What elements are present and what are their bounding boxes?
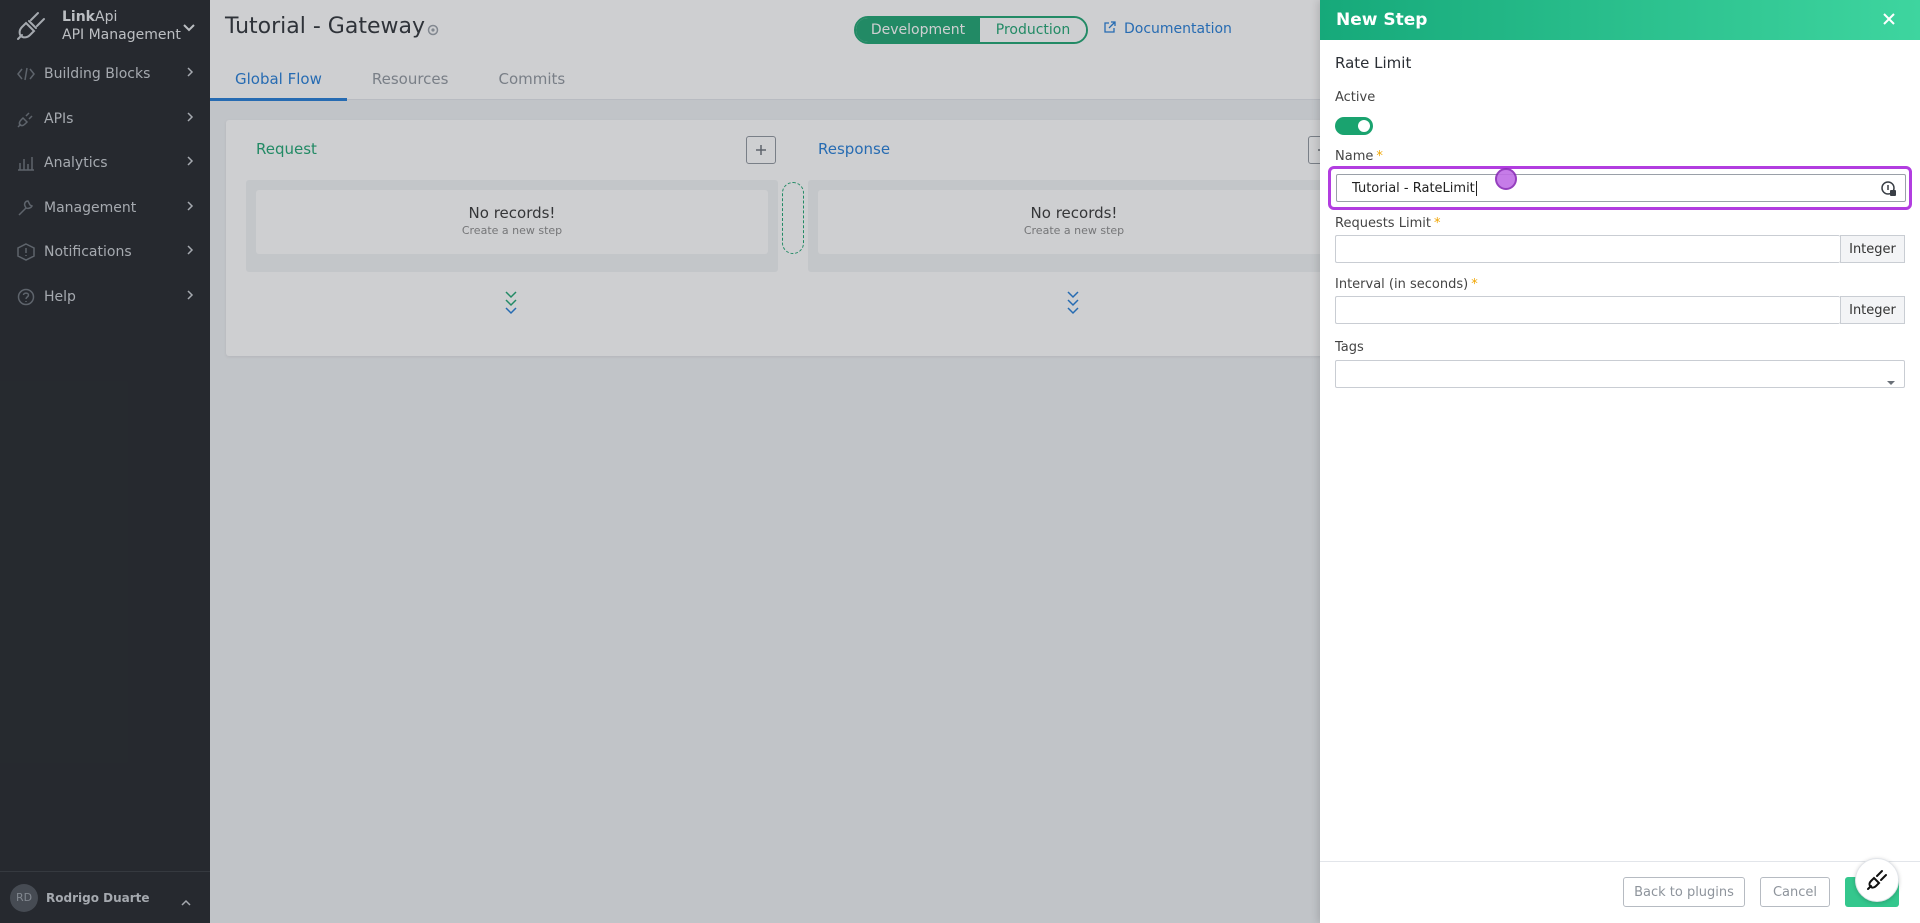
bar-chart-icon [16,153,36,173]
sidebar-item-label: Analytics [44,155,108,172]
requests-limit-input[interactable] [1335,235,1840,263]
global-flow-card: Request Response No records! Create a ne… [226,120,1426,356]
chevron-right-icon [186,200,194,216]
plug-icon [16,109,36,129]
active-label: Active [1335,90,1376,105]
sidebar-item-help[interactable]: Help [0,275,210,320]
response-lane: No records! Create a new step [808,180,1340,272]
chevron-right-icon [186,66,194,82]
tab-global-flow[interactable]: Global Flow [210,64,347,101]
response-title: Response [818,140,891,158]
text-cursor [1475,180,1477,196]
user-menu[interactable]: RD Rodrigo Duarte [0,871,210,923]
cancel-button[interactable]: Cancel [1760,877,1830,907]
active-toggle[interactable] [1335,117,1373,135]
brand[interactable]: LinkApi API Management [0,0,210,52]
sidebar: LinkApi API Management Building Blocks A… [0,0,210,923]
plug-logo-icon [1867,870,1887,890]
brand-name-bold: Link [62,9,95,25]
chevron-down-icon[interactable] [182,18,196,37]
sidebar-item-building-blocks[interactable]: Building Blocks [0,52,210,97]
gear-icon[interactable] [426,22,440,41]
back-to-plugins-button[interactable]: Back to plugins [1623,877,1745,907]
assistant-fab[interactable] [1855,858,1899,902]
tags-select[interactable] [1335,360,1905,388]
requests-limit-group: Integer [1335,235,1905,263]
empty-title: No records! [1030,204,1118,222]
add-request-step-button[interactable] [746,136,776,164]
sidebar-item-label: Notifications [44,244,132,261]
required-marker: * [1433,216,1441,231]
request-title: Request [256,140,317,158]
warning-icon [16,242,36,262]
double-chevron-down-icon [1066,290,1080,324]
user-name: Rodrigo Duarte [46,890,150,905]
toggle-knob [1358,120,1370,132]
flow-connector [782,182,804,254]
interval-group: Integer [1335,296,1905,324]
double-chevron-down-icon [504,290,518,324]
drawer-footer: Back to plugins Cancel [1320,861,1920,923]
interval-type-addon: Integer [1840,296,1905,324]
documentation-label: Documentation [1124,21,1232,37]
response-empty-state[interactable]: No records! Create a new step [818,190,1330,254]
name-field-focus-ring: Tutorial - RateLimit [1328,166,1912,210]
tab-bar: Global Flow Resources Commits [210,64,590,101]
request-lane: No records! Create a new step [246,180,778,272]
sidebar-item-notifications[interactable]: Notifications [0,230,210,275]
sidebar-item-label: Building Blocks [44,66,151,83]
caret-down-icon [1886,371,1896,390]
plug-logo-icon [12,7,50,45]
name-input-value: Tutorial - RateLimit [1352,180,1475,196]
sidebar-item-label: Help [44,288,76,305]
external-link-icon [1104,21,1116,37]
requests-limit-type-addon: Integer [1840,235,1905,263]
avatar: RD [10,883,38,912]
required-marker: * [1376,149,1383,164]
required-marker: * [1471,277,1478,292]
interval-label: Interval (in seconds) [1335,277,1469,292]
env-development-button[interactable]: Development [856,18,980,42]
code-icon [16,64,36,84]
documentation-link[interactable]: Documentation [1104,21,1232,37]
chevron-right-icon [186,289,194,305]
name-label: Name [1335,149,1374,164]
question-icon [16,287,36,307]
new-step-drawer: New Step Rate Limit Active Name * Tutoria… [1320,0,1920,923]
env-production-button[interactable]: Production [980,18,1086,42]
name-input[interactable]: Tutorial - RateLimit [1336,168,1906,202]
chevron-up-icon[interactable] [180,892,192,911]
click-indicator [1495,168,1517,190]
page-title: Tutorial - Gateway [225,14,425,39]
plugin-name: Rate Limit [1335,54,1412,72]
empty-subtitle: Create a new step [1023,224,1125,237]
password-manager-icon[interactable] [1881,181,1897,201]
wrench-icon [16,198,36,218]
plus-icon [756,145,766,155]
drawer-header: New Step [1320,0,1920,40]
close-icon[interactable] [1882,11,1896,30]
interval-input[interactable] [1335,296,1840,324]
chevron-right-icon [186,111,194,127]
empty-title: No records! [468,204,556,222]
requests-limit-label: Requests Limit [1335,216,1431,231]
sidebar-item-apis[interactable]: APIs [0,97,210,142]
tab-commits[interactable]: Commits [473,64,590,101]
environment-toggle[interactable]: Development Production [854,16,1088,44]
chevron-right-icon [186,155,194,171]
request-empty-state[interactable]: No records! Create a new step [256,190,768,254]
sidebar-item-label: Management [44,199,137,216]
chevron-right-icon [186,244,194,260]
tags-label: Tags [1335,340,1364,355]
empty-subtitle: Create a new step [461,224,563,237]
sidebar-item-analytics[interactable]: Analytics [0,141,210,186]
sidebar-item-management[interactable]: Management [0,186,210,231]
brand-subtitle: API Management [62,27,181,43]
drawer-title: New Step [1336,10,1428,30]
sidebar-item-label: APIs [44,110,74,127]
brand-name-rest: Api [95,9,118,25]
tab-resources[interactable]: Resources [347,64,474,101]
